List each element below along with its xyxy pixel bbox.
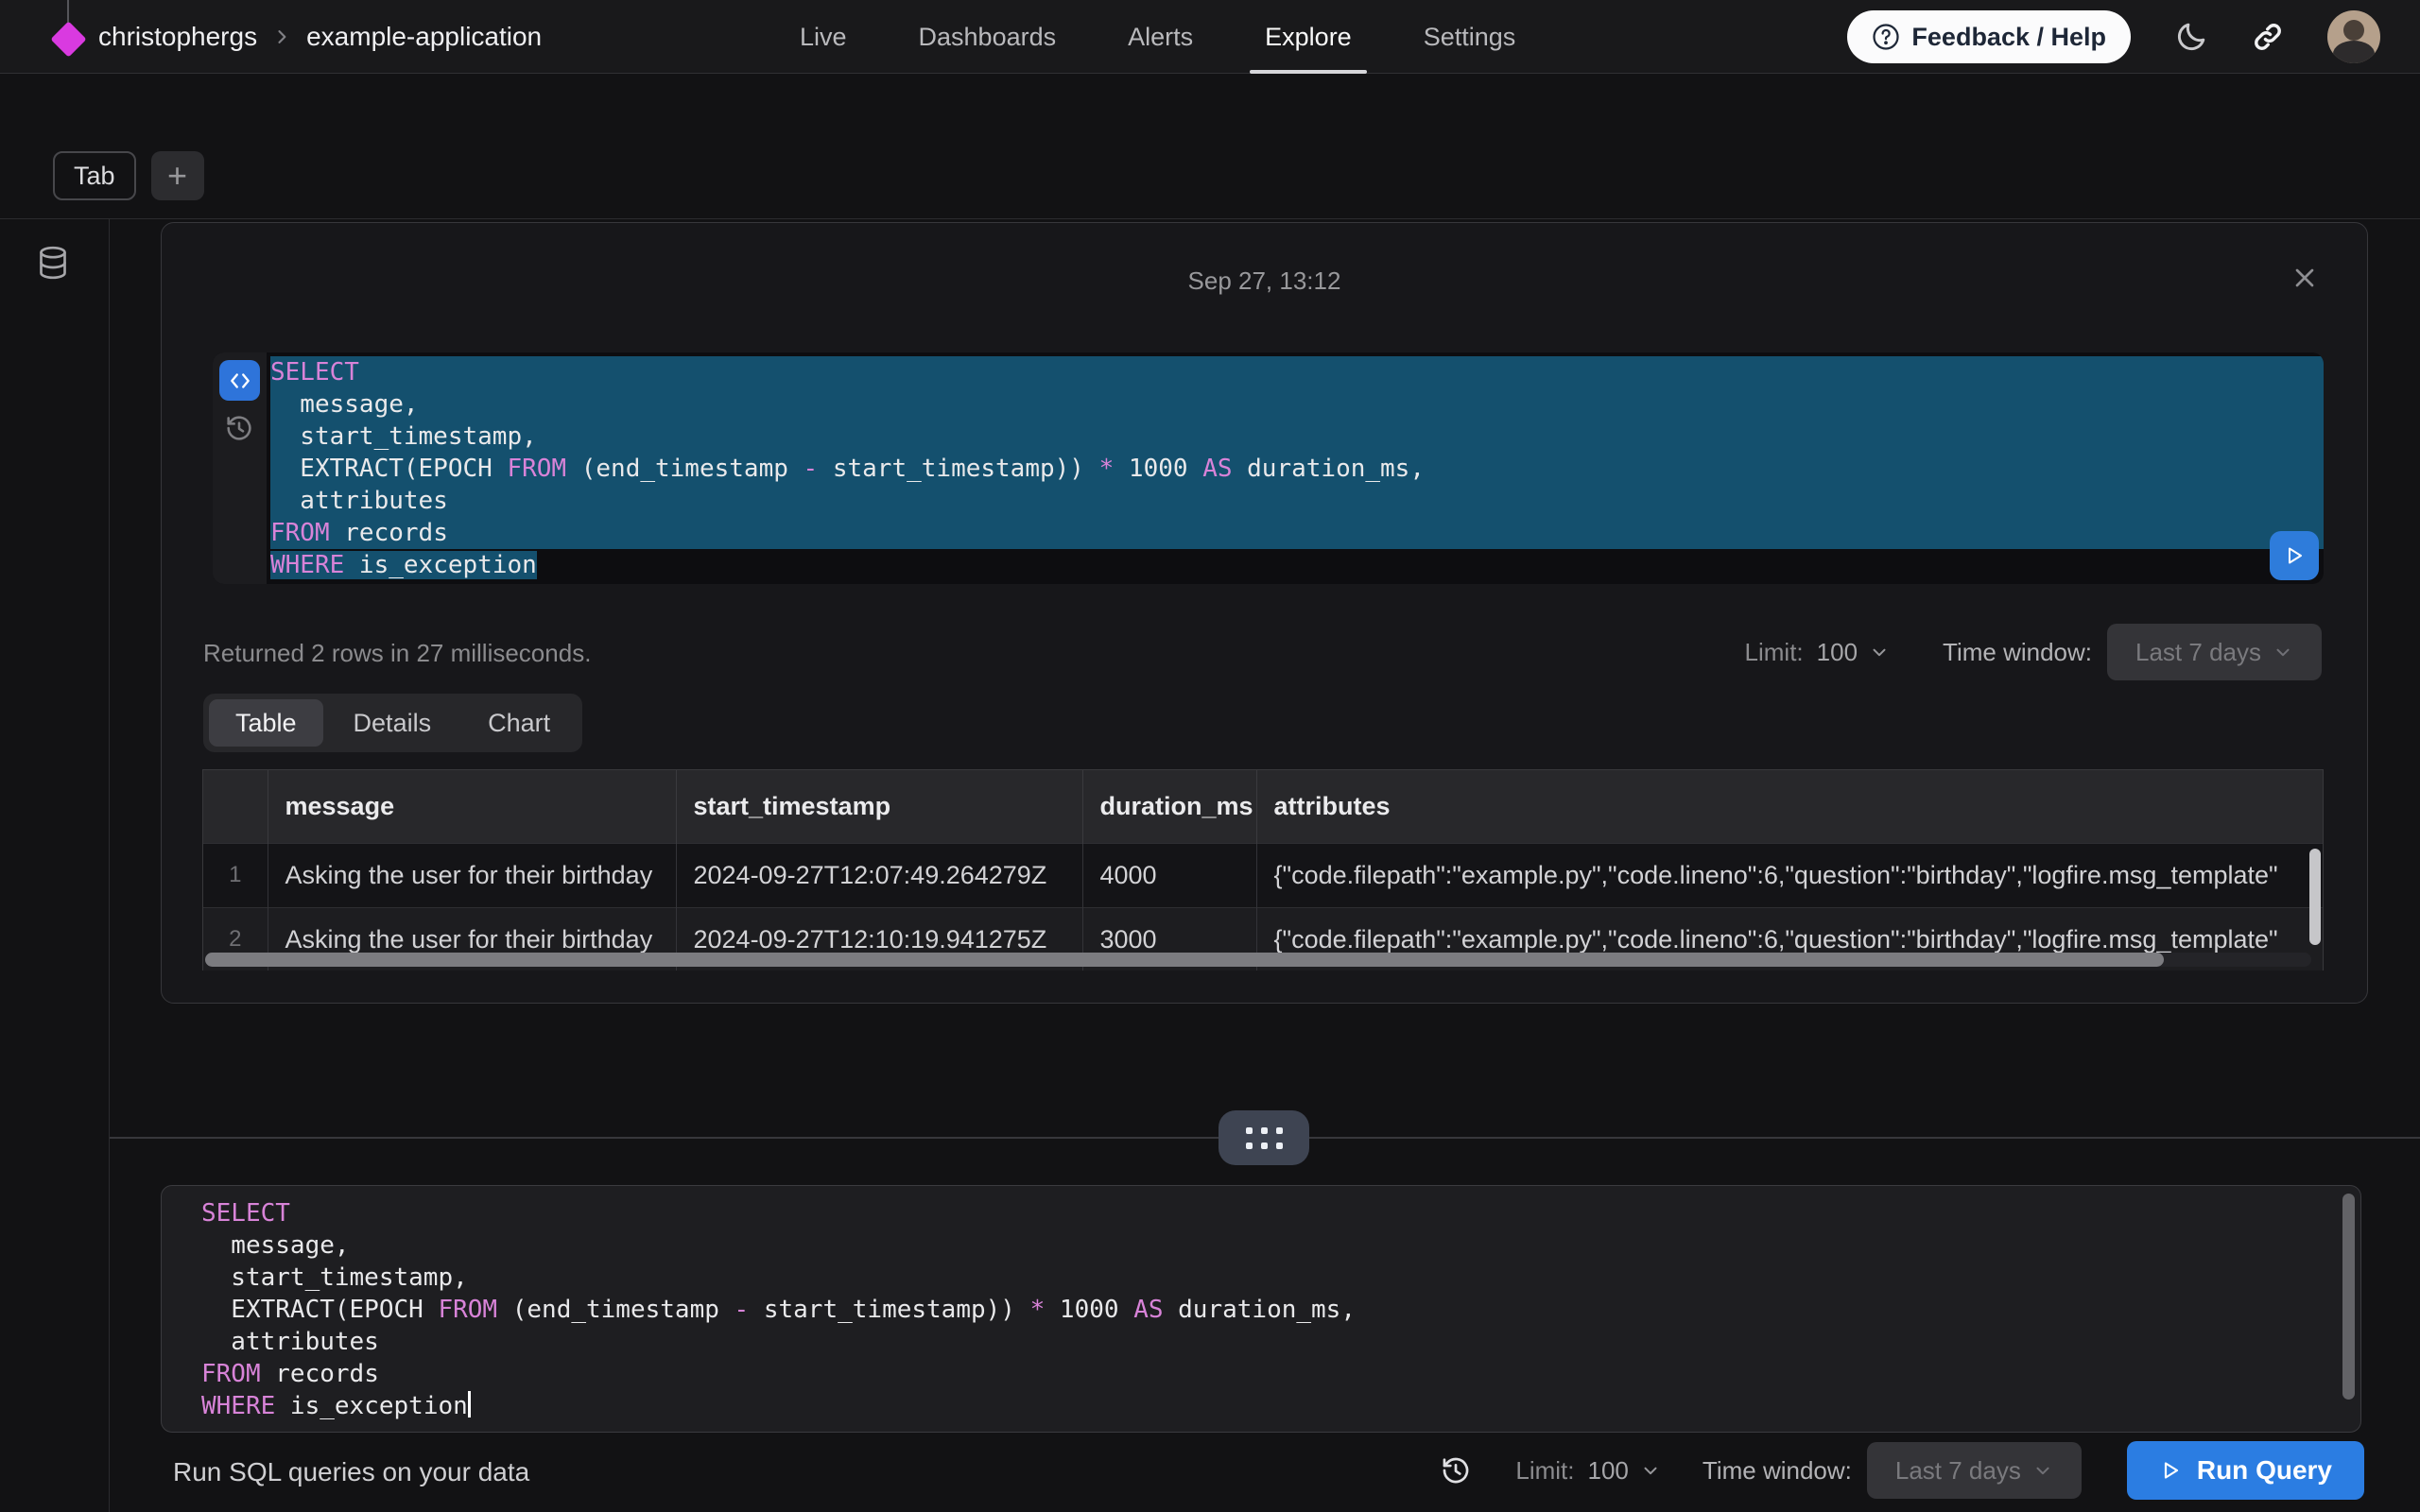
sql-line: attributes bbox=[270, 485, 2324, 517]
time-window-dropdown[interactable]: Last 7 days bbox=[1867, 1442, 2082, 1499]
history-icon[interactable] bbox=[224, 413, 254, 443]
chevron-down-icon bbox=[1640, 1460, 1661, 1481]
cell-attrs: {"code.filepath":"example.py","code.line… bbox=[1256, 843, 2323, 907]
chevron-down-icon bbox=[2273, 642, 2293, 662]
play-icon bbox=[2159, 1459, 2182, 1482]
cell-ts: 2024-09-27T12:07:49.264279Z bbox=[676, 843, 1082, 907]
run-query-icon-button[interactable] bbox=[2270, 531, 2319, 580]
tab-chart[interactable]: Chart bbox=[461, 699, 577, 747]
sql-line: FROM records bbox=[201, 1358, 2360, 1390]
col-header-start-timestamp[interactable]: start_timestamp bbox=[676, 770, 1082, 843]
nav-item-live[interactable]: Live bbox=[800, 0, 847, 74]
cell-dur: 4000 bbox=[1082, 843, 1256, 907]
result-view-tabs: Table Details Chart bbox=[203, 694, 582, 752]
col-header-attributes[interactable]: attributes bbox=[1256, 770, 2323, 843]
table-horizontal-scrollbar-track[interactable] bbox=[205, 953, 2311, 967]
question-circle-icon bbox=[1872, 23, 1900, 51]
time-window-label: Time window: bbox=[1943, 638, 2092, 667]
sql-line: start_timestamp, bbox=[201, 1262, 2360, 1294]
query-history-icon[interactable] bbox=[1440, 1454, 1472, 1486]
schema-database-icon[interactable] bbox=[34, 244, 72, 282]
breadcrumb-org[interactable]: christophergs bbox=[98, 22, 257, 52]
chevron-down-icon bbox=[1869, 642, 1890, 662]
sql-line: attributes bbox=[201, 1326, 2360, 1358]
sidebar-divider bbox=[109, 219, 110, 1512]
main-nav: Live Dashboards Alerts Explore Settings bbox=[800, 0, 1515, 74]
sql-line: EXTRACT(EPOCH FROM (end_timestamp - star… bbox=[201, 1294, 2360, 1326]
col-header-message[interactable]: message bbox=[268, 770, 676, 843]
sql-code-selected: SELECT message, start_timestamp, EXTRACT… bbox=[267, 352, 2324, 584]
sql-line: message, bbox=[201, 1229, 2360, 1262]
query-history-card: Sep 27, 13:12 SELECT message, start_time… bbox=[161, 222, 2368, 1004]
cell-message: Asking the user for their birthday bbox=[268, 843, 676, 907]
run-query-button[interactable]: Run Query bbox=[2127, 1441, 2364, 1500]
drag-dots-icon bbox=[1246, 1127, 1283, 1149]
result-summary: Returned 2 rows in 27 milliseconds. bbox=[203, 639, 591, 668]
col-header-rownum bbox=[203, 770, 268, 843]
close-icon[interactable] bbox=[2290, 263, 2320, 293]
col-header-duration-ms[interactable]: duration_ms bbox=[1082, 770, 1256, 843]
text-cursor bbox=[468, 1391, 471, 1418]
code-icon-button[interactable] bbox=[219, 360, 260, 401]
sql-line: message, bbox=[270, 388, 2324, 421]
sql-line: EXTRACT(EPOCH FROM (end_timestamp - star… bbox=[270, 453, 2324, 485]
sql-line: WHERE is_exception bbox=[201, 1390, 2360, 1422]
tab-table[interactable]: Table bbox=[209, 699, 323, 747]
limit-label: Limit: bbox=[1515, 1456, 1574, 1486]
cell-num: 1 bbox=[203, 843, 268, 907]
header-divider bbox=[0, 218, 2420, 219]
sql-line: start_timestamp, bbox=[270, 421, 2324, 453]
sql-line: SELECT bbox=[201, 1197, 2360, 1229]
table-vertical-scrollbar[interactable] bbox=[2309, 849, 2321, 945]
navbar: christophergs example-application Live D… bbox=[0, 0, 2420, 74]
table-row[interactable]: 1Asking the user for their birthday2024-… bbox=[203, 843, 2323, 907]
breadcrumb: christophergs example-application bbox=[98, 0, 542, 74]
limit-dropdown[interactable]: 100 bbox=[1817, 638, 1890, 667]
results-table: message start_timestamp duration_ms attr… bbox=[202, 769, 2324, 971]
nav-item-settings[interactable]: Settings bbox=[1424, 0, 1516, 74]
limit-label: Limit: bbox=[1745, 638, 1804, 667]
share-link-icon[interactable] bbox=[2252, 21, 2284, 53]
sql-editor[interactable]: SELECT message, start_timestamp, EXTRACT… bbox=[161, 1185, 2361, 1433]
sql-line: WHERE is_exception bbox=[270, 549, 2324, 581]
table-horizontal-scrollbar-thumb[interactable] bbox=[205, 953, 2164, 967]
query-tab-bar: Tab + bbox=[53, 151, 204, 200]
card-query-controls: Limit: 100 Time window: Last 7 days bbox=[1745, 624, 2322, 680]
table-header-row: message start_timestamp duration_ms attr… bbox=[203, 770, 2323, 843]
editor-vertical-scrollbar[interactable] bbox=[2342, 1194, 2355, 1400]
time-window-label: Time window: bbox=[1703, 1456, 1852, 1486]
feedback-help-button[interactable]: Feedback / Help bbox=[1847, 10, 2131, 63]
sql-editor-code: SELECT message, start_timestamp, EXTRACT… bbox=[162, 1186, 2360, 1422]
editor-hint-text: Run SQL queries on your data bbox=[173, 1457, 529, 1487]
add-tab-button[interactable]: + bbox=[151, 151, 204, 200]
theme-toggle-moon-icon[interactable] bbox=[2174, 20, 2208, 54]
nav-item-alerts[interactable]: Alerts bbox=[1128, 0, 1193, 74]
sql-line: SELECT bbox=[270, 356, 2324, 388]
sql-gutter bbox=[213, 352, 267, 584]
nav-item-explore[interactable]: Explore bbox=[1265, 0, 1352, 74]
feedback-help-label: Feedback / Help bbox=[1911, 23, 2106, 52]
bottom-bar-controls: Limit: 100 Time window: Last 7 days Run … bbox=[1440, 1440, 2364, 1501]
tab-details[interactable]: Details bbox=[327, 699, 458, 747]
logfire-logo-icon[interactable] bbox=[51, 0, 85, 74]
chevron-right-icon bbox=[272, 27, 291, 46]
query-timestamp: Sep 27, 13:12 bbox=[162, 266, 2367, 296]
limit-dropdown[interactable]: 100 bbox=[1588, 1456, 1661, 1486]
chevron-down-icon bbox=[2032, 1460, 2053, 1481]
explore-page: christophergs example-application Live D… bbox=[0, 0, 2420, 1512]
navbar-actions: Feedback / Help bbox=[1847, 0, 2380, 74]
historic-sql-query[interactable]: SELECT message, start_timestamp, EXTRACT… bbox=[213, 352, 2324, 584]
time-window-dropdown[interactable]: Last 7 days bbox=[2107, 624, 2322, 680]
nav-item-dashboards[interactable]: Dashboards bbox=[919, 0, 1057, 74]
breadcrumb-project[interactable]: example-application bbox=[306, 22, 542, 52]
user-avatar[interactable] bbox=[2327, 10, 2380, 63]
query-tab[interactable]: Tab bbox=[53, 151, 136, 200]
sql-line: FROM records bbox=[270, 517, 2324, 549]
panel-resize-handle[interactable] bbox=[1219, 1110, 1309, 1165]
